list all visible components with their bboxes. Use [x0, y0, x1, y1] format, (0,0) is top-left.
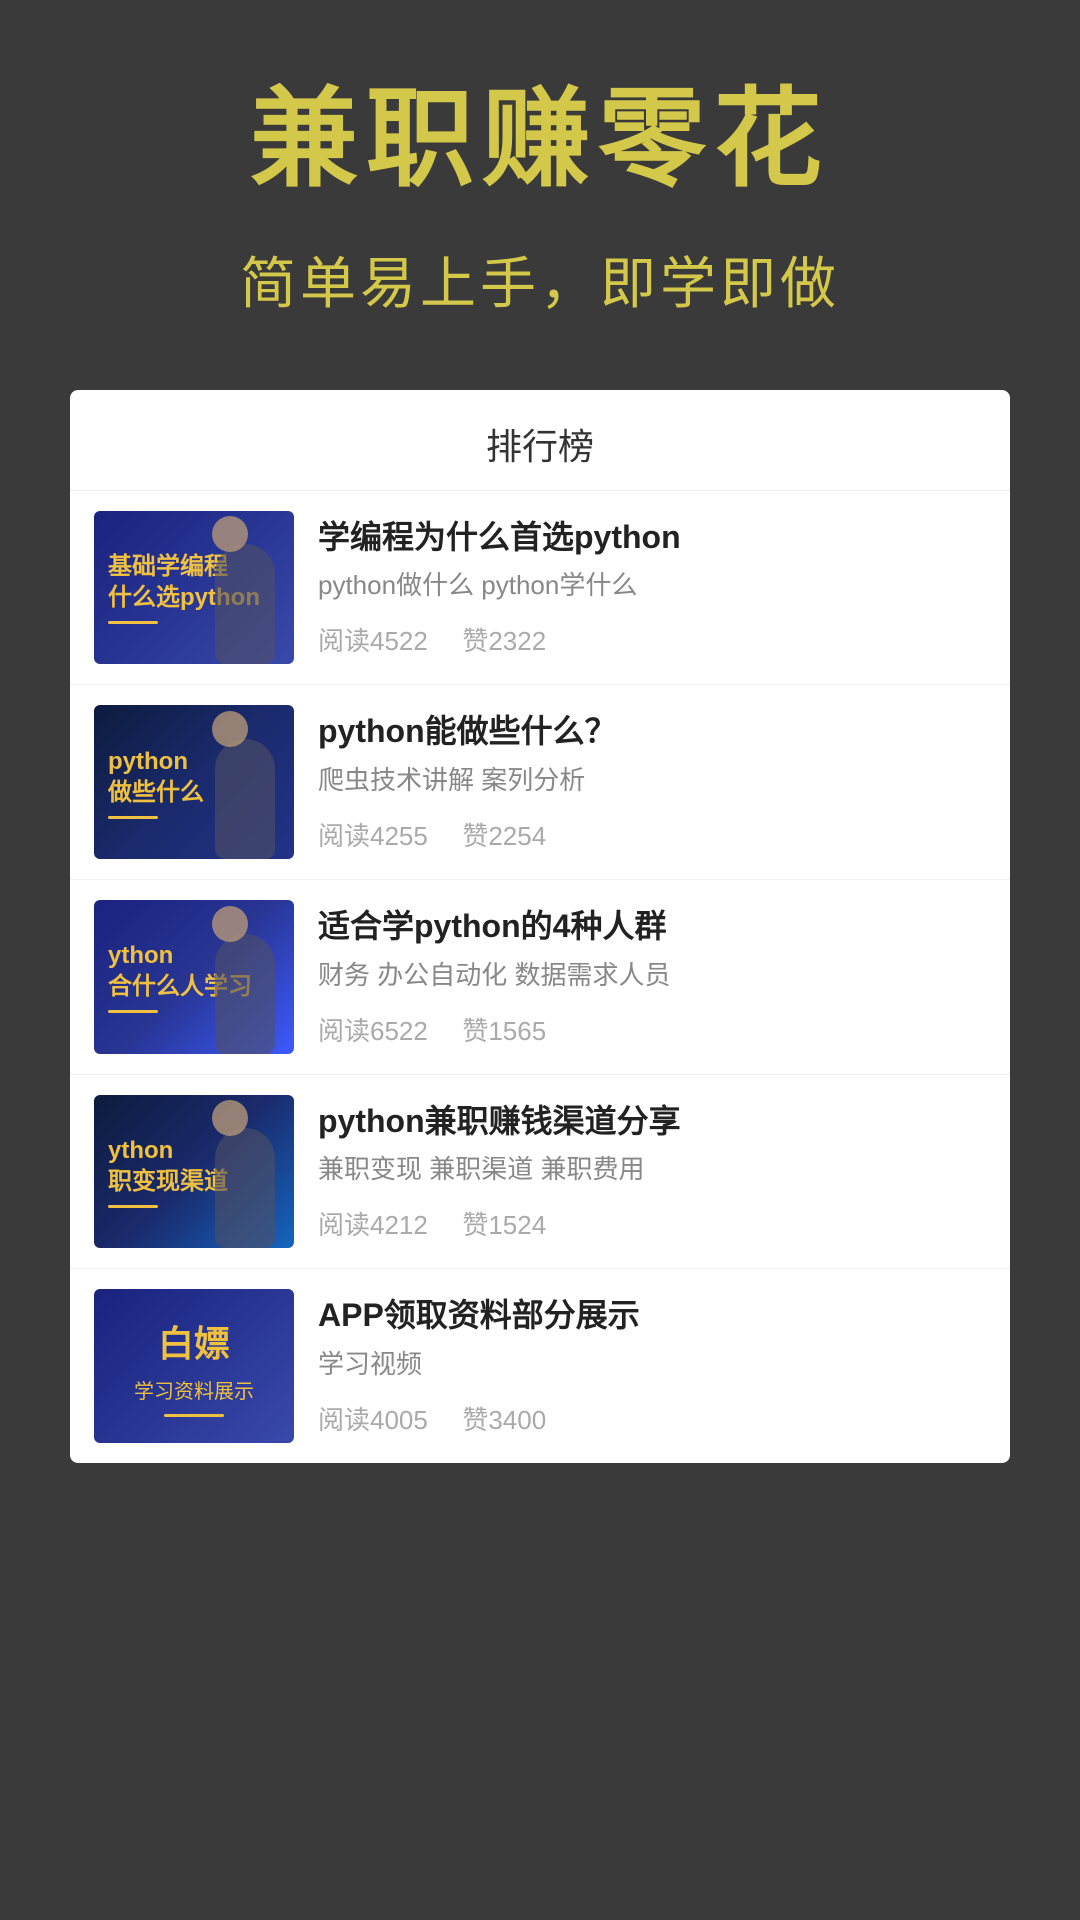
person-body-2: [215, 739, 275, 859]
header-section: 兼职赚零花 简单易上手，即学即做: [0, 0, 1080, 360]
item-stats-3: 阅读6522 赞1565: [318, 1011, 986, 1048]
person-body-1: [215, 544, 275, 664]
item-stats-2: 阅读4255 赞2254: [318, 816, 986, 853]
ranking-item-5[interactable]: 白嫖 学习资料展示 APP领取资料部分展示 学习视频 阅读4005 赞3400: [70, 1269, 1010, 1463]
thumbnail-1: 基础学编程 什么选python: [94, 511, 294, 665]
main-title: 兼职赚零花: [250, 80, 830, 199]
thumb-free-content: 白嫖 学习资料展示: [94, 1289, 294, 1443]
sub-title: 简单易上手，即学即做: [240, 239, 840, 320]
item-likes-3: 赞1565: [462, 1016, 546, 1046]
ranking-item-2[interactable]: python 做些什么 python能做些什么？ 爬虫技术讲解 案列分析 阅读4…: [70, 685, 1010, 880]
ranking-item-4[interactable]: ython 职变现渠道 python兼职赚钱渠道分享 兼职变现 兼职渠道 兼职费…: [70, 1075, 1010, 1270]
item-tags-3: 财务 办公自动化 数据需求人员: [318, 956, 986, 995]
thumb-underline-2: [108, 816, 158, 819]
item-tags-1: python做什么 python学什么: [318, 566, 986, 605]
item-tags-2: 爬虫技术讲解 案列分析: [318, 761, 986, 800]
ranking-card: 排行榜 基础学编程 什么选python 学编程为什么首选python pytho…: [70, 390, 1010, 1463]
item-reads-5: 阅读4005: [318, 1405, 428, 1435]
item-reads-1: 阅读4522: [318, 626, 428, 656]
item-title-2: python能做些什么？: [318, 711, 986, 753]
person-body-3: [215, 934, 275, 1054]
thumbnail-5: 白嫖 学习资料展示: [94, 1289, 294, 1443]
item-likes-2: 赞2254: [462, 821, 546, 851]
ranking-header: 排行榜: [70, 390, 1010, 491]
person-body-4: [215, 1128, 275, 1248]
person-head-2: [212, 711, 248, 747]
item-content-4: python兼职赚钱渠道分享 兼职变现 兼职渠道 兼职费用 阅读4212 赞15…: [318, 1095, 986, 1249]
item-title-5: APP领取资料部分展示: [318, 1295, 986, 1337]
ranking-list: 基础学编程 什么选python 学编程为什么首选python python做什么…: [70, 491, 1010, 1463]
item-reads-2: 阅读4255: [318, 821, 428, 851]
person-head-4: [212, 1100, 248, 1136]
thumb-underline-1: [108, 621, 158, 624]
item-stats-1: 阅读4522 赞2322: [318, 621, 986, 658]
person-silhouette-4: [200, 1118, 290, 1248]
item-content-5: APP领取资料部分展示 学习视频 阅读4005 赞3400: [318, 1289, 986, 1443]
item-content-2: python能做些什么？ 爬虫技术讲解 案列分析 阅读4255 赞2254: [318, 705, 986, 859]
thumbnail-2: python 做些什么: [94, 705, 294, 859]
item-tags-5: 学习视频: [318, 1345, 986, 1384]
item-likes-5: 赞3400: [462, 1405, 546, 1435]
free-label: 白嫖: [158, 1315, 230, 1367]
thumbnail-3: ython 合什么人学习: [94, 900, 294, 1054]
item-title-3: 适合学python的4种人群: [318, 906, 986, 948]
item-content-3: 适合学python的4种人群 财务 办公自动化 数据需求人员 阅读6522 赞1…: [318, 900, 986, 1054]
item-likes-4: 赞1524: [462, 1210, 546, 1240]
free-underline: [164, 1414, 224, 1417]
thumb-underline-4: [108, 1205, 158, 1208]
item-reads-4: 阅读4212: [318, 1210, 428, 1240]
item-stats-5: 阅读4005 赞3400: [318, 1400, 986, 1437]
item-content-1: 学编程为什么首选python python做什么 python学什么 阅读452…: [318, 511, 986, 665]
free-sublabel: 学习资料展示: [134, 1375, 254, 1404]
person-silhouette-1: [200, 534, 290, 664]
item-reads-3: 阅读6522: [318, 1016, 428, 1046]
item-stats-4: 阅读4212 赞1524: [318, 1205, 986, 1242]
person-silhouette-3: [200, 924, 290, 1054]
thumbnail-4: ython 职变现渠道: [94, 1095, 294, 1249]
person-head-3: [212, 906, 248, 942]
thumb-underline-3: [108, 1010, 158, 1013]
item-title-4: python兼职赚钱渠道分享: [318, 1101, 986, 1143]
ranking-item[interactable]: 基础学编程 什么选python 学编程为什么首选python python做什么…: [70, 491, 1010, 686]
item-title-1: 学编程为什么首选python: [318, 517, 986, 559]
item-tags-4: 兼职变现 兼职渠道 兼职费用: [318, 1150, 986, 1189]
person-silhouette-2: [200, 729, 290, 859]
ranking-item-3[interactable]: ython 合什么人学习 适合学python的4种人群 财务 办公自动化 数据需…: [70, 880, 1010, 1075]
item-likes-1: 赞2322: [462, 626, 546, 656]
